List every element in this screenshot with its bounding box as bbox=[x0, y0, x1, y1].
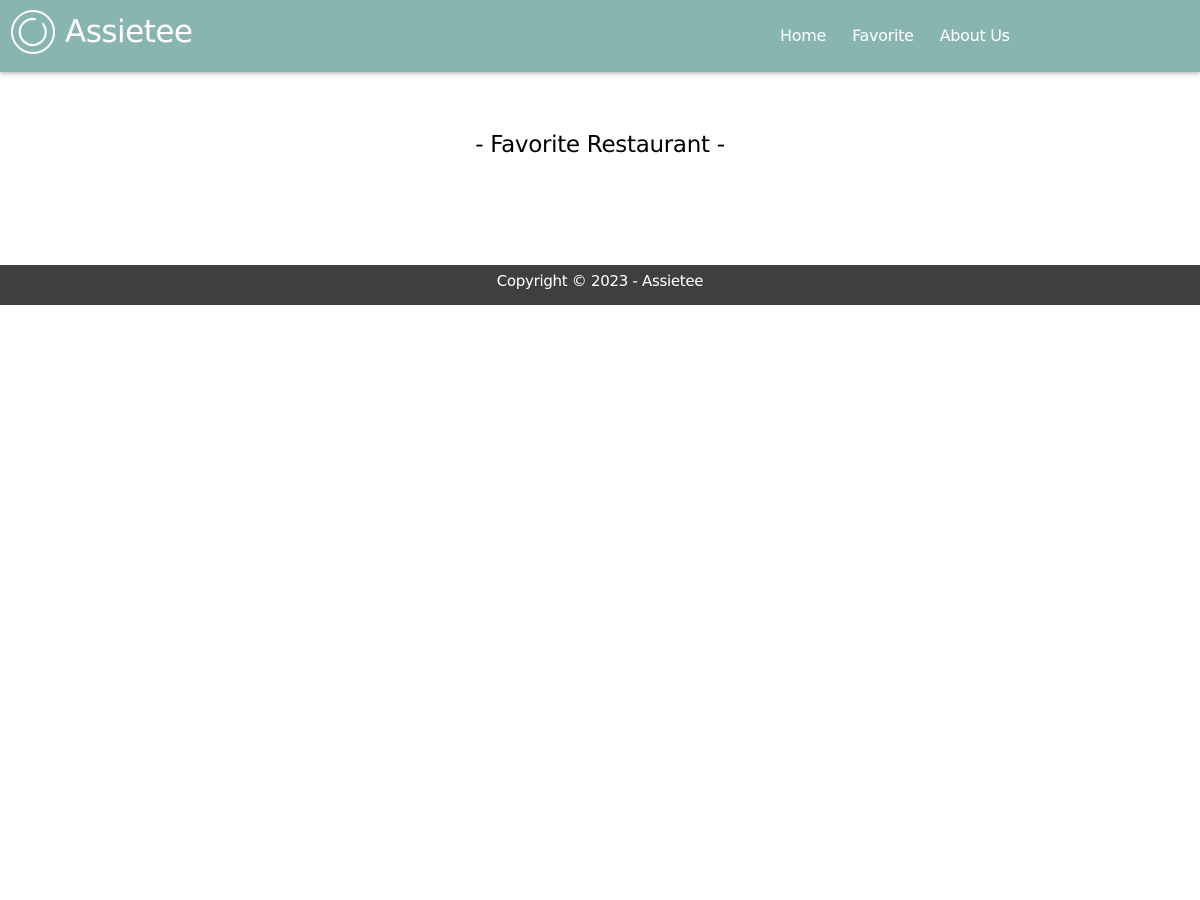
brand-home-link[interactable]: Assietee bbox=[10, 9, 193, 55]
nav-menu: Home Favorite About Us bbox=[767, 0, 1023, 72]
nav-link-favorite[interactable]: Favorite bbox=[839, 0, 927, 72]
ring-logo-icon bbox=[11, 10, 55, 54]
brand-name: Assietee bbox=[65, 14, 193, 50]
nav-link-home[interactable]: Home bbox=[767, 0, 839, 72]
app-footer: Copyright © 2023 - Assietee bbox=[0, 265, 1200, 305]
nav-link-about-us[interactable]: About Us bbox=[927, 0, 1023, 72]
nav-item-home: Home bbox=[767, 0, 839, 72]
page-title: - Favorite Restaurant - bbox=[475, 132, 725, 158]
nav-item-about-us: About Us bbox=[927, 0, 1023, 72]
nav-item-favorite: Favorite bbox=[839, 0, 927, 72]
main-content: - Favorite Restaurant - bbox=[0, 72, 1200, 265]
copyright-text: Copyright © 2023 - Assietee bbox=[496, 272, 704, 290]
app-header: Assietee Home Favorite About Us bbox=[0, 0, 1200, 72]
